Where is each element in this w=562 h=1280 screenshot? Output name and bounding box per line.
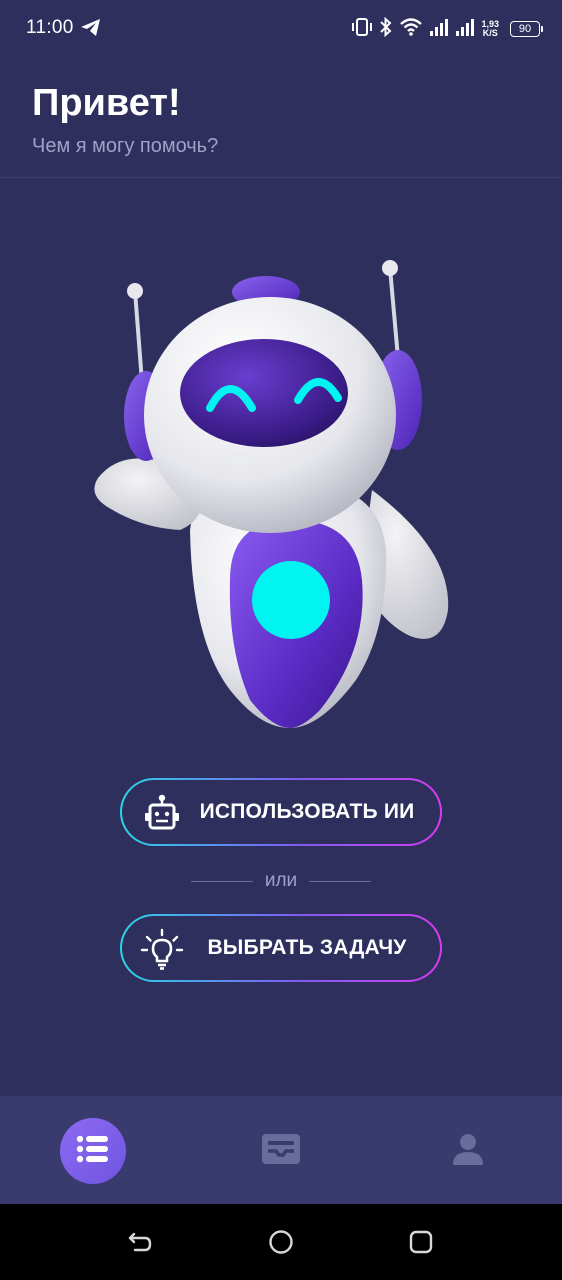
wifi-icon	[399, 17, 423, 42]
system-nav-bar	[0, 1204, 562, 1280]
page-title: Привет!	[32, 82, 181, 124]
card-icon	[260, 1132, 302, 1171]
or-divider: или	[191, 868, 371, 894]
status-time: 11:00	[26, 17, 74, 38]
robot-illustration	[80, 250, 460, 740]
header: Привет! Чем я могу помочь?	[0, 58, 562, 178]
recents-button[interactable]	[406, 1229, 436, 1259]
home-button[interactable]	[266, 1229, 296, 1259]
signal-icon	[429, 18, 449, 41]
network-speed-unit: K/S	[482, 28, 498, 38]
status-bar: 11:00 1,93 K/S 90	[0, 0, 562, 58]
lightbulb-icon	[140, 928, 184, 972]
telegram-icon	[80, 18, 102, 43]
network-speed: 1,93 K/S	[481, 20, 499, 38]
nav-tasks-list[interactable]	[60, 1118, 126, 1184]
choose-task-label: ВЫБРАТЬ ЗАДАЧУ	[207, 936, 407, 959]
signal-icon	[455, 18, 475, 41]
profile-icon	[451, 1132, 485, 1171]
battery-level: 90	[518, 23, 532, 35]
use-ai-label: ИСПОЛЬЗОВАТЬ ИИ	[199, 800, 415, 823]
or-label: или	[264, 870, 298, 891]
nav-cards[interactable]	[248, 1118, 314, 1184]
bluetooth-icon	[379, 16, 393, 42]
nav-profile[interactable]	[435, 1118, 501, 1184]
home-icon	[268, 1229, 294, 1260]
divider-line	[308, 880, 371, 882]
page-subtitle: Чем я могу помочь?	[32, 135, 219, 157]
choose-task-button[interactable]: ВЫБРАТЬ ЗАДАЧУ	[120, 914, 442, 982]
list-icon	[75, 1133, 111, 1170]
divider-line	[191, 880, 253, 882]
use-ai-button[interactable]: ИСПОЛЬЗОВАТЬ ИИ	[120, 778, 442, 846]
bottom-nav	[0, 1096, 562, 1204]
status-icons: 1,93 K/S 90	[351, 16, 543, 42]
robot-icon	[140, 792, 184, 836]
back-button[interactable]	[125, 1229, 155, 1259]
back-icon	[127, 1231, 153, 1258]
battery-icon: 90	[510, 21, 543, 37]
recents-icon	[408, 1229, 434, 1260]
vibrate-icon	[351, 17, 373, 41]
